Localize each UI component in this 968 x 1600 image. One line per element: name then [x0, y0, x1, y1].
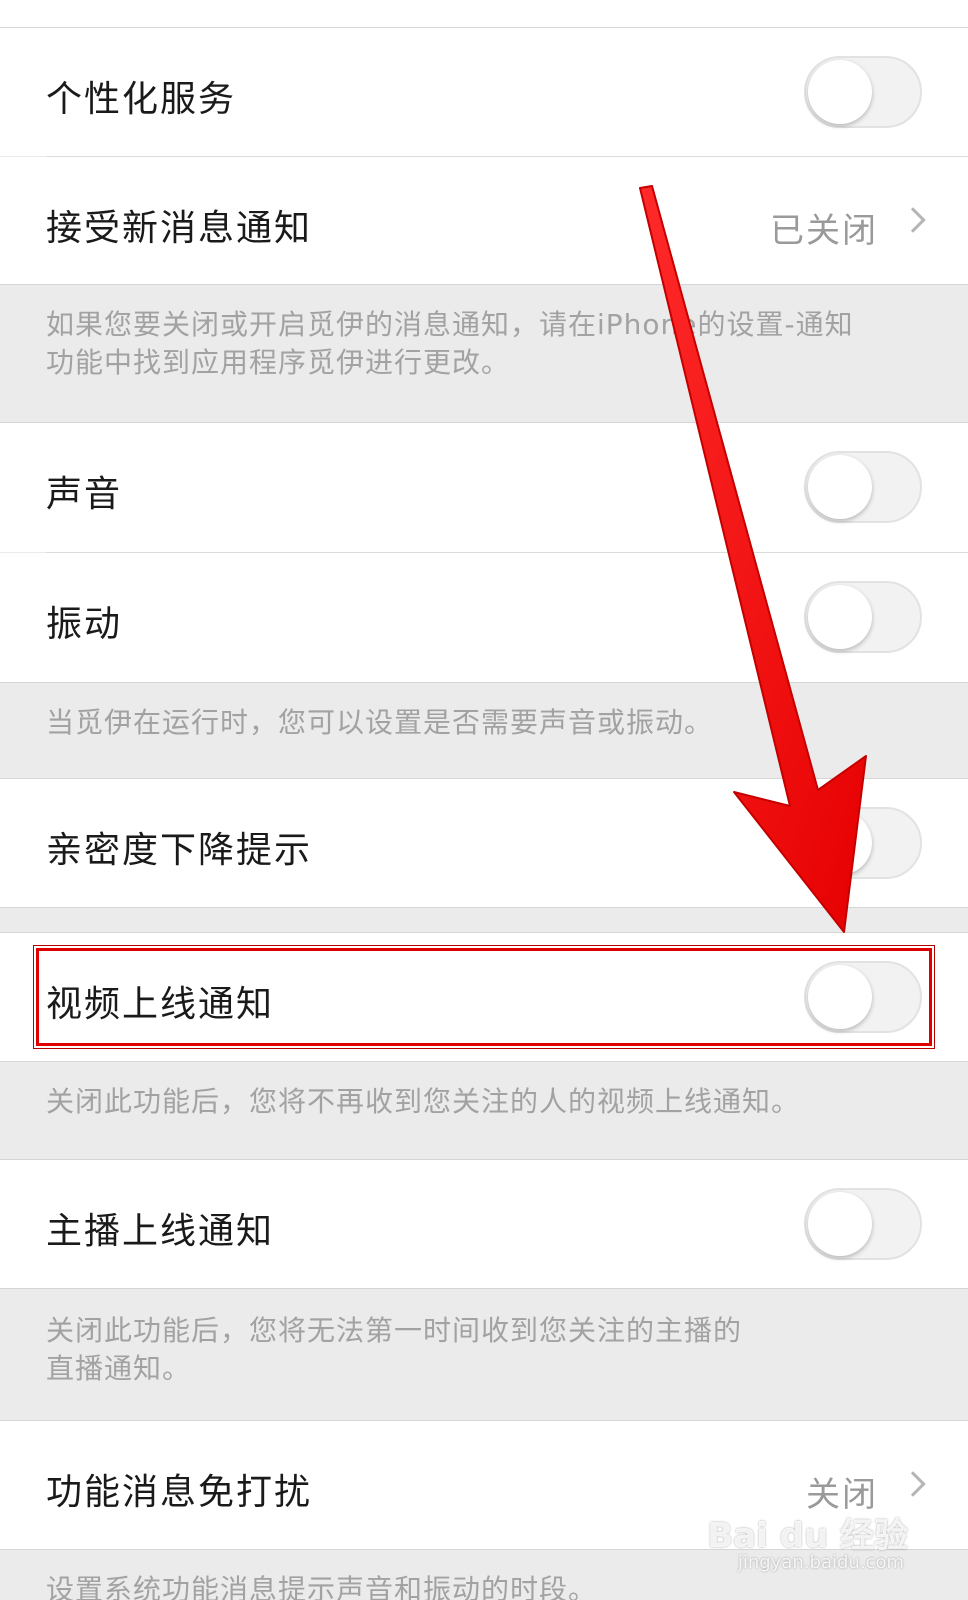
sound-label: 声音 — [46, 474, 123, 515]
sound-vibrate-note-text: 当觅伊在运行时，您可以设置是否需要声音或振动。 — [46, 706, 714, 739]
video-online-note: 关闭此功能后，您将不再收到您关注的人的视频上线通知。 — [0, 1063, 968, 1159]
new-message-note: 如果您要关闭或开启觅伊的消息通知，请在iPhone的设置-通知 功能中找到应用程… — [0, 286, 968, 422]
toggle-knob — [808, 585, 872, 649]
new-message-note-line1: 如果您要关闭或开启觅伊的消息通知，请在iPhone的设置-通知 — [46, 308, 854, 341]
baidu-watermark-url: jingyan.baidu.com — [737, 1552, 904, 1573]
personalized-service-row[interactable]: 个性化服务 — [0, 28, 968, 156]
anchor-online-label: 主播上线通知 — [46, 1211, 275, 1252]
toggle-knob — [808, 60, 872, 124]
dnd-note-text: 设置系统功能消息提示声音和振动的时段。 — [46, 1573, 598, 1600]
vibrate-label: 振动 — [46, 604, 123, 645]
personalized-service-label: 个性化服务 — [46, 79, 237, 120]
new-message-status: 已关闭 — [770, 211, 878, 251]
anchor-online-note-line1: 关闭此功能后，您将无法第一时间收到您关注的主播的 — [46, 1314, 743, 1347]
anchor-online-toggle[interactable] — [804, 1188, 922, 1260]
chevron-right-icon — [900, 1471, 926, 1497]
dnd-label: 功能消息免打扰 — [46, 1472, 313, 1513]
toggle-knob — [808, 811, 872, 875]
intimacy-toggle[interactable] — [804, 807, 922, 879]
chevron-right-icon — [900, 207, 926, 233]
new-message-row[interactable]: 接受新消息通知 已关闭 — [0, 157, 968, 285]
personalized-service-toggle[interactable] — [804, 56, 922, 128]
intimacy-row[interactable]: 亲密度下降提示 — [0, 778, 968, 908]
video-online-note-text: 关闭此功能后，您将不再收到您关注的人的视频上线通知。 — [46, 1085, 801, 1118]
highlight-box — [36, 948, 932, 1046]
sound-toggle[interactable] — [804, 451, 922, 523]
toggle-knob — [808, 1192, 872, 1256]
new-message-note-line2: 功能中找到应用程序觅伊进行更改。 — [46, 346, 511, 379]
anchor-online-row[interactable]: 主播上线通知 — [0, 1159, 968, 1289]
sound-vibrate-note: 当觅伊在运行时，您可以设置是否需要声音或振动。 — [0, 684, 968, 778]
new-message-label: 接受新消息通知 — [46, 208, 313, 249]
anchor-online-note: 关闭此功能后，您将无法第一时间收到您关注的主播的 直播通知。 — [0, 1290, 968, 1420]
intimacy-label: 亲密度下降提示 — [46, 830, 313, 871]
sound-row[interactable]: 声音 — [0, 422, 968, 552]
vibrate-row[interactable]: 振动 — [0, 553, 968, 683]
anchor-online-note-line2: 直播通知。 — [46, 1352, 192, 1385]
top-row-partial — [0, 0, 968, 28]
vibrate-toggle[interactable] — [804, 581, 922, 653]
toggle-knob — [808, 455, 872, 519]
baidu-watermark: Bai du 经验 — [707, 1516, 908, 1556]
